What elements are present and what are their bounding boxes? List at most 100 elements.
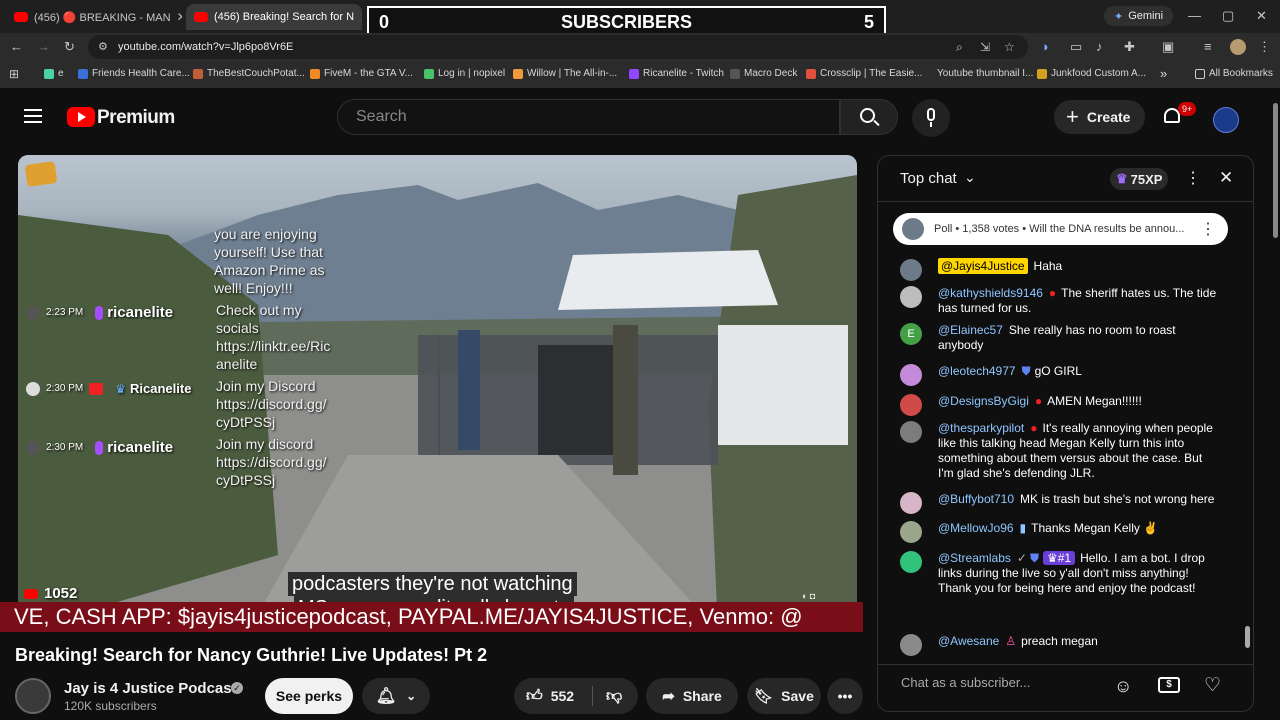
bookmark-star-icon[interactable]: ☆ — [1004, 35, 1015, 59]
back-arrow-icon[interactable]: ← — [10, 39, 23, 54]
author-name[interactable]: @Streamlabs — [938, 551, 1011, 565]
address-bar[interactable]: ⚙ youtube.com/watch?v=Jlp6po8Vr6E ⌕ ⇲ ☆ — [88, 35, 1028, 59]
xp-badge[interactable]: ♛ 75XP — [1110, 168, 1169, 190]
search-input[interactable]: Search — [337, 99, 840, 135]
see-perks-button[interactable]: See perks — [265, 678, 353, 714]
chat-mode-selector[interactable]: Top chat — [900, 170, 957, 187]
page-scrollbar-thumb[interactable] — [1273, 103, 1278, 238]
author-name[interactable]: @Buffybot710 — [938, 492, 1014, 506]
author-name[interactable]: @kathyshields9146 — [938, 286, 1043, 300]
poll-menu-icon[interactable]: ⋮ — [1200, 219, 1216, 239]
menu-dots-icon[interactable]: ⋮ — [1258, 39, 1271, 55]
bookmark[interactable]: Crossclip | The Easie... — [806, 68, 922, 79]
bookmark[interactable]: e — [44, 68, 64, 79]
media-controls-icon[interactable]: ≡ — [1204, 39, 1212, 54]
page-scrollbar[interactable] — [1271, 93, 1280, 720]
heart-icon[interactable]: ♡ — [1204, 674, 1221, 697]
extension-icon[interactable]: ◗ — [1042, 39, 1050, 54]
bookmark[interactable]: FiveM - the GTA V... — [310, 68, 413, 79]
notifications-button[interactable]: 9+ — [1162, 102, 1197, 128]
search-button[interactable] — [840, 99, 898, 135]
zoom-icon[interactable]: ⌕ — [956, 35, 963, 59]
close-window-icon[interactable]: ✕ — [1256, 8, 1267, 24]
close-chat-icon[interactable]: ✕ — [1219, 168, 1233, 188]
gemini-button[interactable]: ✦ Gemini — [1104, 6, 1174, 26]
all-bookmarks[interactable]: All Bookmarks — [1195, 68, 1273, 79]
youtube-logo-icon[interactable] — [67, 107, 95, 127]
profile-avatar[interactable] — [1230, 39, 1246, 55]
subscriber-count: 120K subscribers — [64, 699, 157, 713]
forward-arrow-icon[interactable]: → — [37, 39, 50, 54]
channel-avatar[interactable] — [15, 678, 51, 714]
overlay-message-2: Check out my socials https://linktr.ee/R… — [216, 301, 330, 373]
close-tab-icon[interactable]: ✕ — [354, 10, 362, 24]
bookmark[interactable]: Macro Deck — [730, 68, 797, 79]
microphone-icon — [927, 108, 935, 121]
browser-tab-active[interactable]: (456) Breaking! Search for N ✕ — [186, 4, 362, 30]
notification-bell-button[interactable]: 🔔︎ ⌄ — [362, 678, 430, 714]
member-badge-icon: ● — [1034, 394, 1043, 408]
like-icon[interactable]: 👍︎ — [526, 687, 543, 706]
hamburger-menu-icon[interactable] — [24, 109, 42, 123]
video-player[interactable]: you are enjoying yourself! Use that Amaz… — [18, 155, 857, 631]
author-avatar — [900, 551, 922, 573]
extension-icon[interactable]: ▭ — [1070, 39, 1082, 55]
maximize-icon[interactable]: ▢ — [1222, 8, 1234, 24]
bell-icon: 🔔︎ — [375, 688, 397, 705]
close-tab-icon[interactable]: ✕ — [171, 10, 182, 24]
author-name[interactable]: @MellowJo96 — [938, 521, 1014, 535]
author-name[interactable]: @Awesane — [938, 634, 999, 648]
save-button[interactable]: 🔖︎ Save — [747, 678, 821, 714]
bookmark[interactable]: Junkfood Custom A... — [1037, 68, 1146, 79]
channel-name[interactable]: Jay is 4 Justice Podcast — [64, 680, 237, 697]
create-button[interactable]: + Create — [1054, 100, 1145, 134]
bookmark-label: Ricanelite - Twitch — [643, 68, 724, 79]
bookmark[interactable]: TheBestCouchPotat... — [193, 68, 305, 79]
install-icon[interactable]: ⇲ — [980, 35, 990, 59]
author-name[interactable]: @thesparkypilot — [938, 421, 1024, 435]
like-count[interactable]: 552 — [551, 688, 574, 704]
viewer-count-value: 1052 — [44, 585, 78, 602]
save-label: Save — [781, 688, 814, 704]
voice-search-button[interactable] — [912, 99, 950, 137]
overlay-line: well! Enjoy!!! — [214, 280, 293, 296]
bookmark[interactable]: Ricanelite - Twitch — [629, 68, 724, 79]
bookmark[interactable]: Log in | nopixel — [424, 68, 505, 79]
bookmark[interactable]: Youtube thumbnail I... — [937, 68, 1033, 79]
cast-icon[interactable]: ▣ — [1162, 39, 1174, 55]
chat-poll-banner[interactable]: Poll • 1,358 votes • Will the DNA result… — [893, 213, 1228, 245]
bookmark[interactable]: Friends Health Care... — [78, 68, 190, 79]
extensions-puzzle-icon[interactable]: ✚ — [1124, 39, 1135, 55]
reload-icon[interactable]: ↻ — [64, 39, 75, 55]
share-button[interactable]: ➦ Share — [646, 678, 738, 714]
speaker-icon[interactable]: ♪ — [1096, 39, 1103, 54]
more-actions-button[interactable]: ••• — [827, 678, 863, 714]
minimize-icon[interactable]: — — [1188, 8, 1201, 23]
browser-tab[interactable]: (456) 🔴 BREAKING - MAN ✕ — [6, 4, 182, 30]
author-name[interactable]: @Elainec57 — [938, 323, 1003, 337]
pill-icon — [95, 440, 104, 455]
author-avatar — [900, 634, 922, 656]
emoji-icon[interactable]: ☺ — [1114, 676, 1132, 697]
chat-menu-dots-icon[interactable]: ⋮ — [1185, 168, 1201, 188]
tab-title: (456) Breaking! Search for N — [214, 11, 355, 23]
more-bookmarks-icon[interactable]: » — [1160, 66, 1167, 81]
author-name[interactable]: @DesignsByGigi — [938, 394, 1029, 408]
author-avatar — [900, 259, 922, 281]
chat-input[interactable]: Chat as a subscriber... — [901, 675, 1131, 697]
news-watermark-icon: ◐ ◘ — [802, 591, 816, 601]
chevron-down-icon[interactable]: ⌄ — [964, 169, 976, 186]
message-text: MK is trash but she's not wrong here — [1020, 492, 1215, 506]
super-chat-icon[interactable]: $ — [1158, 677, 1180, 693]
chatter-avatar — [26, 381, 40, 396]
author-name[interactable]: @leotech4977 — [938, 364, 1016, 378]
author-name[interactable]: @Jayis4Justice — [938, 258, 1028, 274]
site-info-icon[interactable]: ⚙ — [98, 35, 108, 59]
bookmark[interactable]: Willow | The All-in-... — [513, 68, 617, 79]
account-avatar[interactable] — [1213, 107, 1239, 133]
apps-grid-icon[interactable]: ⊞ — [9, 67, 19, 81]
more-dots-icon: ••• — [837, 688, 853, 704]
chat-scrollbar-thumb[interactable] — [1245, 626, 1250, 648]
gemini-label: Gemini — [1128, 10, 1164, 22]
dislike-icon[interactable]: 👎︎ — [606, 687, 622, 706]
